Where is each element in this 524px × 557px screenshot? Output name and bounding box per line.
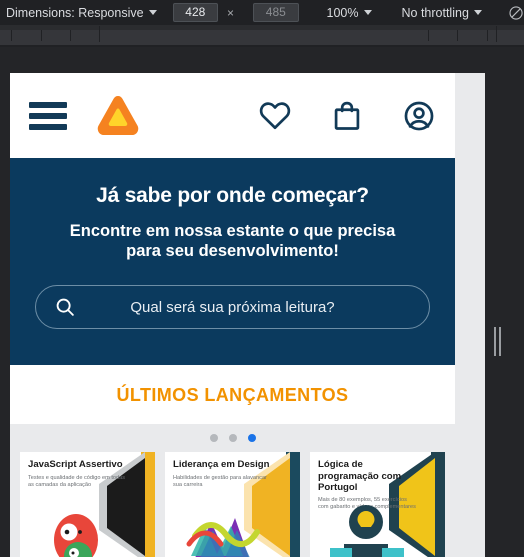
ruler-tick bbox=[70, 30, 71, 41]
carousel-dot-3[interactable] bbox=[247, 434, 256, 443]
dimensions-label: Dimensions: Responsive bbox=[6, 5, 144, 20]
latest-releases-title: ÚLTIMOS LANÇAMENTOS bbox=[116, 385, 349, 406]
wishlist-heart-icon[interactable] bbox=[258, 99, 292, 133]
book-cover-illustration bbox=[186, 518, 260, 557]
hero-subtitle-line2: para seu desenvolvimento! bbox=[126, 242, 339, 261]
search-input[interactable]: Qual será sua próxima leitura? bbox=[35, 285, 430, 330]
carousel-pagination bbox=[10, 424, 455, 453]
shopping-bag-icon[interactable] bbox=[330, 99, 364, 133]
triangle-logo-icon[interactable] bbox=[94, 92, 142, 140]
dimension-separator: × bbox=[227, 5, 235, 20]
hamburger-menu-icon[interactable] bbox=[29, 101, 67, 130]
book-title: JavaScript Assertivo bbox=[28, 459, 123, 471]
device-viewport: Já sabe por onde começar? Encontre em no… bbox=[10, 73, 485, 557]
chevron-down-icon bbox=[363, 10, 372, 15]
book-carousel: JavaScript Assertivo Testes e qualidade … bbox=[10, 452, 455, 557]
ruler-tick bbox=[428, 30, 429, 41]
throttling-label: No throttling bbox=[401, 5, 469, 20]
book-subtitle: Testes e qualidade de código em todas as… bbox=[28, 474, 126, 488]
book-cover-illustration bbox=[330, 505, 404, 557]
user-account-icon[interactable] bbox=[402, 99, 436, 133]
book-cover-illustration bbox=[54, 514, 98, 557]
book-card[interactable]: Lógica de programação com Portugol Mais … bbox=[310, 452, 445, 557]
width-value: 428 bbox=[185, 5, 206, 19]
ruler-tick bbox=[11, 30, 12, 41]
viewport-ruler bbox=[0, 26, 524, 46]
site-header bbox=[10, 73, 455, 158]
height-input[interactable]: 485 bbox=[253, 3, 299, 22]
zoom-dropdown[interactable]: 100% bbox=[321, 0, 378, 26]
ruler-tick-major bbox=[496, 26, 497, 42]
viewport-resize-handle[interactable] bbox=[493, 326, 502, 357]
height-value: 485 bbox=[265, 5, 286, 19]
ruler-tick bbox=[487, 30, 488, 41]
chevron-down-icon bbox=[148, 10, 157, 15]
hero-section: Já sabe por onde começar? Encontre em no… bbox=[10, 158, 455, 366]
search-magnifier-icon bbox=[56, 298, 74, 317]
device-toolbar: Dimensions: Responsive 428 × 485 100% No… bbox=[0, 0, 524, 26]
carousel-dot-1[interactable] bbox=[209, 434, 218, 443]
page-content-column: Já sabe por onde começar? Encontre em no… bbox=[10, 73, 455, 557]
book-title: Liderança em Design bbox=[173, 459, 270, 471]
ruler-tick bbox=[41, 30, 42, 41]
width-input[interactable]: 428 bbox=[172, 3, 219, 22]
hero-title: Já sabe por onde começar? bbox=[96, 184, 369, 207]
book-text-block: Liderança em Design Habilidades de gestã… bbox=[173, 459, 271, 489]
carousel-dot-2[interactable] bbox=[228, 434, 237, 443]
book-text-block: JavaScript Assertivo Testes e qualidade … bbox=[28, 459, 126, 489]
book-title: Lógica de programação com Portugol bbox=[318, 459, 402, 493]
book-card[interactable]: Liderança em Design Habilidades de gestã… bbox=[165, 452, 300, 557]
ruler-tick bbox=[457, 30, 458, 41]
ruler-strip bbox=[0, 26, 524, 30]
dimensions-dropdown[interactable]: Dimensions: Responsive bbox=[0, 0, 163, 26]
hero-subtitle: Encontre em nossa estante o que precisa … bbox=[30, 221, 435, 261]
book-subtitle: Habilidades de gestão para alavancar sua… bbox=[173, 474, 267, 488]
hero-subtitle-line1: Encontre em nossa estante o que precisa bbox=[69, 222, 396, 240]
throttling-dropdown[interactable]: No throttling bbox=[396, 0, 488, 26]
ruler-tick-major bbox=[99, 26, 100, 42]
latest-releases-section: ÚLTIMOS LANÇAMENTOS bbox=[10, 365, 455, 425]
no-throttling-slashed-icon[interactable] bbox=[508, 3, 524, 23]
book-card[interactable]: JavaScript Assertivo Testes e qualidade … bbox=[20, 452, 155, 557]
chevron-down-icon bbox=[473, 10, 482, 15]
zoom-label: 100% bbox=[326, 5, 359, 20]
search-placeholder: Qual será sua próxima leitura? bbox=[130, 298, 335, 316]
